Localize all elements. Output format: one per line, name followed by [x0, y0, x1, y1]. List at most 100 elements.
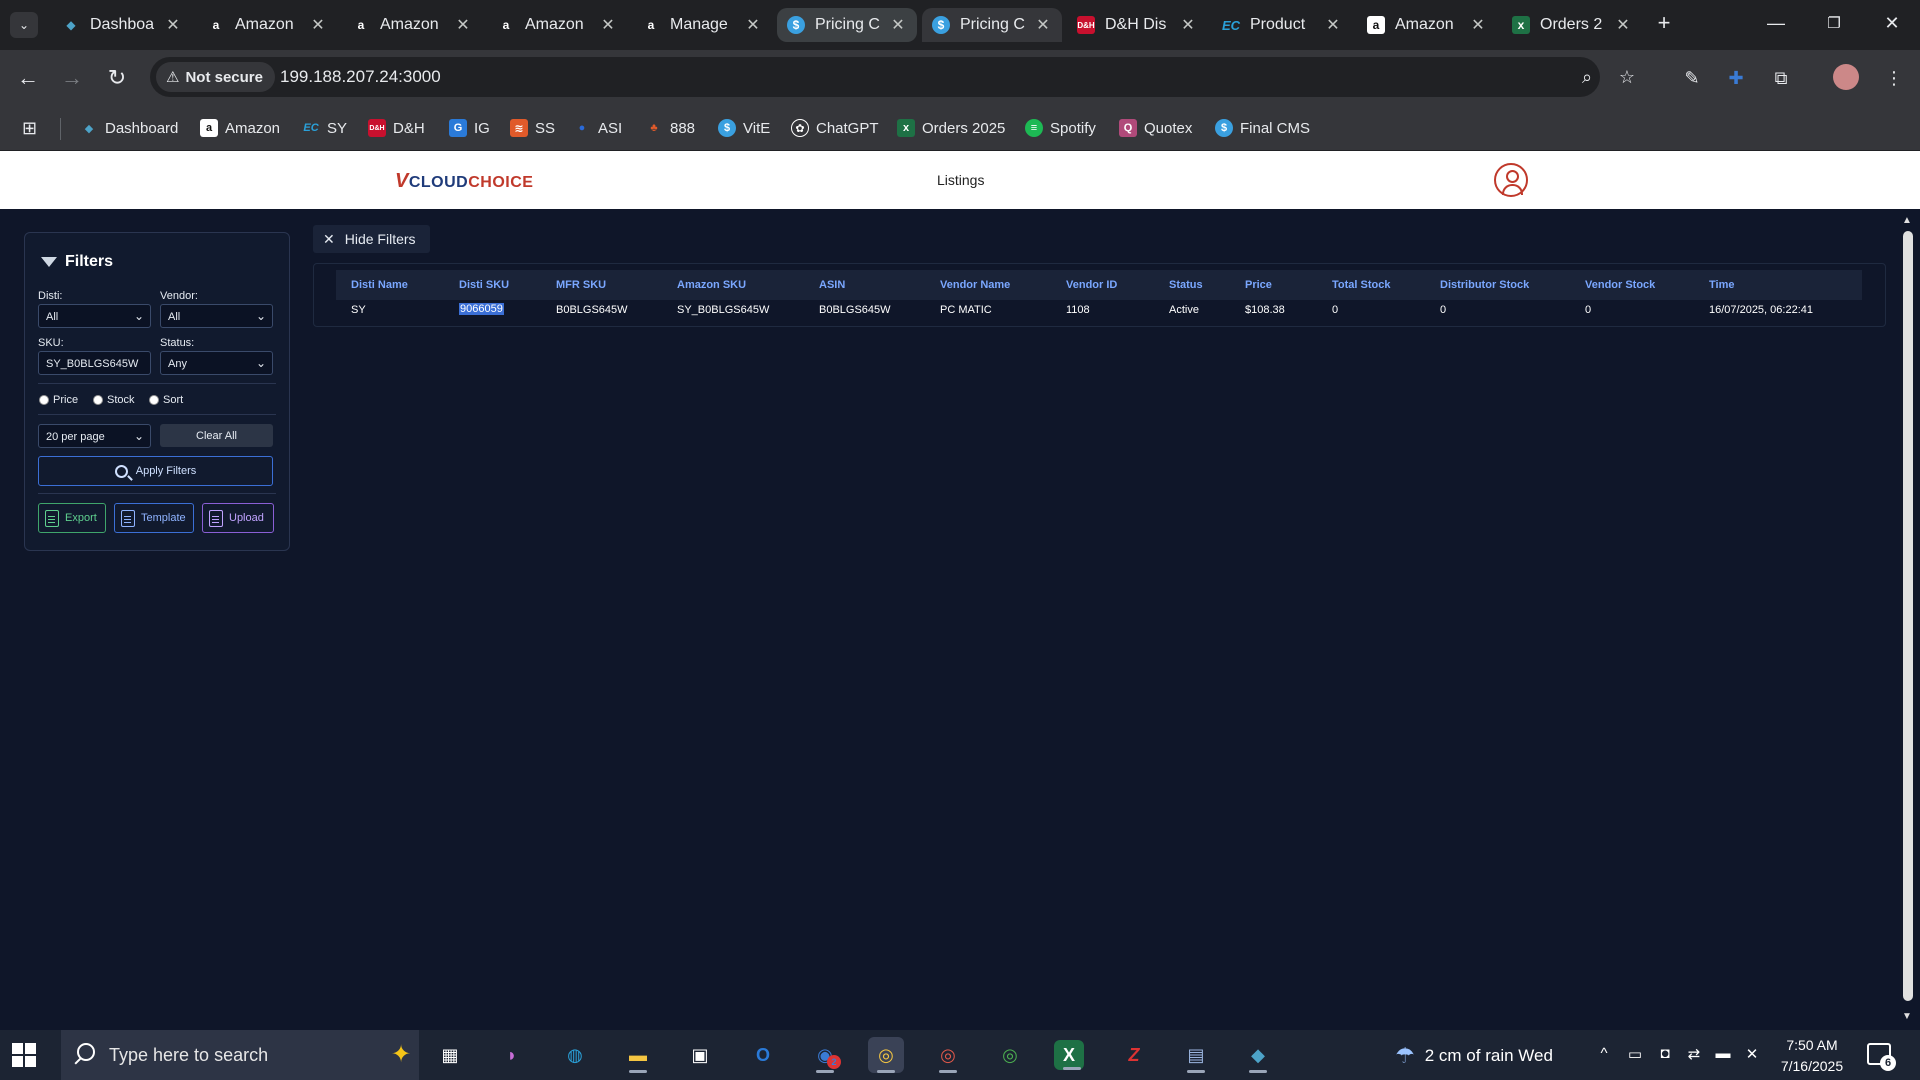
nav-listings-link[interactable]: Listings	[937, 172, 984, 188]
close-icon[interactable]: ✕	[1324, 15, 1342, 35]
bookmark-star-icon[interactable]: ☆	[1615, 65, 1639, 89]
extension-cross-icon[interactable]: ✚	[1722, 64, 1750, 92]
tab-product[interactable]: EC Product ✕	[1212, 8, 1352, 42]
scroll-thumb[interactable]	[1903, 231, 1913, 1001]
restore-icon[interactable]: ❐	[1806, 8, 1862, 38]
chevron-up-icon[interactable]: ^	[1594, 1045, 1614, 1062]
bookmark-spotify[interactable]: ≡ Spotify	[1025, 116, 1096, 140]
vendor-select[interactable]: All ⌄	[160, 304, 273, 328]
bookmark-chatgpt[interactable]: ✿ ChatGPT	[791, 116, 879, 140]
battery-icon[interactable]: ▬	[1713, 1045, 1733, 1062]
zoom-icon[interactable]: ⌕	[1575, 65, 1599, 89]
col-header-disti-sku[interactable]: Disti SKU	[459, 279, 509, 291]
chrome-alt-icon[interactable]: ◎	[992, 1037, 1028, 1073]
scroll-up-icon[interactable]: ▲	[1901, 215, 1913, 227]
excel-icon[interactable]: X	[1054, 1040, 1084, 1070]
tab-manage[interactable]: a Manage ✕	[632, 8, 772, 42]
camera-icon[interactable]: ◘	[1655, 1045, 1675, 1062]
filezilla-icon[interactable]: Z	[1116, 1037, 1152, 1073]
url-text[interactable]: 199.188.207.24:3000	[280, 67, 441, 87]
outlook-icon[interactable]: O	[745, 1037, 781, 1073]
vcloudchoice-logo[interactable]: VCLOUDCHOICE	[395, 170, 533, 193]
radio-stock[interactable]: Stock	[93, 394, 135, 406]
tab-amazon-1[interactable]: a Amazon ✕	[197, 8, 337, 42]
bookmark-quotex[interactable]: Q Quotex	[1119, 116, 1192, 140]
close-icon[interactable]: ✕	[889, 15, 907, 35]
chrome-icon[interactable]: ◎	[868, 1037, 904, 1073]
menu-kebab-icon[interactable]: ⋮	[1880, 64, 1908, 92]
volume-muted-icon[interactable]: ✕	[1742, 1045, 1762, 1063]
export-button[interactable]: Export	[38, 503, 106, 533]
not-secure-chip[interactable]: ⚠ Not secure	[156, 62, 275, 92]
back-icon[interactable]: ←	[14, 64, 42, 92]
close-window-icon[interactable]: ✕	[1864, 8, 1920, 38]
status-select[interactable]: Any ⌄	[160, 351, 273, 375]
forward-icon[interactable]: →	[58, 64, 86, 92]
hide-filters-button[interactable]: ✕ Hide Filters	[313, 225, 430, 253]
reload-icon[interactable]: ↻	[103, 64, 131, 92]
apply-filters-button[interactable]: Apply Filters	[38, 456, 273, 486]
bookmark-dh[interactable]: D&H D&H	[368, 116, 425, 140]
scroll-down-icon[interactable]: ▼	[1901, 1011, 1913, 1023]
task-view-icon[interactable]: ▦	[432, 1037, 468, 1073]
taskbar-clock[interactable]: 7:50 AM 7/16/2025	[1772, 1035, 1852, 1077]
col-header-total-stock[interactable]: Total Stock	[1332, 279, 1390, 291]
tab-orders[interactable]: x Orders 2 ✕	[1502, 8, 1642, 42]
display-icon[interactable]: ▭	[1625, 1045, 1645, 1063]
bookmark-final-cms[interactable]: $ Final CMS	[1215, 116, 1310, 140]
extension-feather-icon[interactable]: ✎	[1678, 64, 1706, 92]
app-diamond-icon[interactable]: ◆	[1240, 1037, 1276, 1073]
close-icon[interactable]: ✕	[1469, 15, 1487, 35]
apps-grid-icon[interactable]: ⊞	[22, 116, 37, 140]
bookmark-vite[interactable]: $ VitE	[718, 116, 770, 140]
extensions-puzzle-icon[interactable]: ⧉	[1767, 64, 1795, 92]
calculator-icon[interactable]: ▤	[1178, 1037, 1214, 1073]
col-header-asin[interactable]: ASIN	[819, 279, 845, 291]
user-account-icon[interactable]	[1494, 163, 1528, 197]
file-explorer-icon[interactable]: ▬	[620, 1037, 656, 1073]
tab-amazon-4[interactable]: a Amazon ✕	[1357, 8, 1497, 42]
tab-dashboard[interactable]: ◆ Dashboa ✕	[52, 8, 192, 42]
template-button[interactable]: Template	[114, 503, 194, 533]
chrome-profile-icon[interactable]: ◎	[930, 1037, 966, 1073]
bookmark-888[interactable]: ♣ 888	[645, 116, 695, 140]
cell-disti-sku[interactable]: 9066059	[459, 303, 504, 315]
minimize-icon[interactable]: —	[1748, 8, 1804, 38]
new-tab-button[interactable]: +	[1636, 8, 1692, 38]
calendar-app-icon[interactable]: ◉ 2	[807, 1037, 843, 1073]
copilot-icon[interactable]: ◗	[494, 1037, 530, 1073]
taskbar-search-box[interactable]: Type here to search ✦	[61, 1030, 419, 1080]
disti-select[interactable]: All ⌄	[38, 304, 151, 328]
close-icon[interactable]: ✕	[1179, 15, 1197, 35]
col-header-amazon-sku[interactable]: Amazon SKU	[677, 279, 746, 291]
bookmark-ig[interactable]: G IG	[449, 116, 490, 140]
network-icon[interactable]: ⇄	[1684, 1045, 1704, 1063]
col-header-vendor-name[interactable]: Vendor Name	[940, 279, 1010, 291]
address-bar[interactable]: ⚠ Not secure 199.188.207.24:3000 ⌕ ☆	[150, 57, 1635, 97]
sku-input[interactable]: SY_B0BLGS645W	[38, 351, 151, 375]
upload-button[interactable]: Upload	[202, 503, 274, 533]
tab-pricing-1[interactable]: $ Pricing C ✕	[777, 8, 917, 42]
close-icon[interactable]: ✕	[1034, 15, 1052, 35]
radio-price[interactable]: Price	[39, 394, 78, 406]
tab-amazon-3[interactable]: a Amazon ✕	[487, 8, 627, 42]
col-header-disti-name[interactable]: Disti Name	[351, 279, 408, 291]
bookmark-dashboard[interactable]: ◆ Dashboard	[80, 116, 179, 140]
tab-pricing-2-active[interactable]: $ Pricing C ✕	[922, 8, 1062, 42]
bookmark-orders-2025[interactable]: x Orders 2025	[897, 116, 1005, 140]
col-header-mfr-sku[interactable]: MFR SKU	[556, 279, 606, 291]
tab-search-button[interactable]: ⌄	[10, 12, 38, 38]
bookmark-sy[interactable]: EC SY	[302, 116, 347, 140]
col-header-vendor-stock[interactable]: Vendor Stock	[1585, 279, 1655, 291]
profile-avatar[interactable]	[1833, 64, 1859, 90]
clear-all-button[interactable]: Clear All	[160, 424, 273, 447]
tab-dh[interactable]: D&H D&H Dis ✕	[1067, 8, 1207, 42]
per-page-select[interactable]: 20 per page ⌄	[38, 424, 151, 448]
weather-widget[interactable]: ☂ 2 cm of rain Wed	[1395, 1043, 1553, 1069]
bookmark-amazon[interactable]: a Amazon	[200, 116, 280, 140]
windows-start-icon[interactable]	[12, 1043, 36, 1067]
close-icon[interactable]: ✕	[744, 15, 762, 35]
col-header-status[interactable]: Status	[1169, 279, 1203, 291]
col-header-time[interactable]: Time	[1709, 279, 1734, 291]
tab-amazon-2[interactable]: a Amazon ✕	[342, 8, 482, 42]
